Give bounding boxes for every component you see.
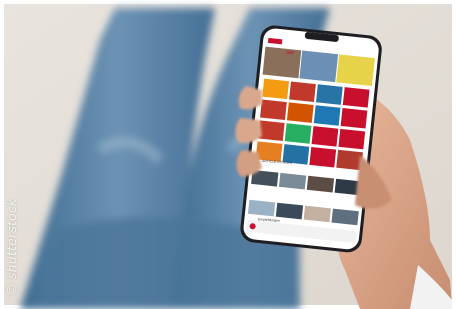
- watermark-text: © shutterstock: [4, 198, 19, 296]
- app-logo-text: ORF: [285, 49, 295, 56]
- stock-photo: [0, 0, 456, 309]
